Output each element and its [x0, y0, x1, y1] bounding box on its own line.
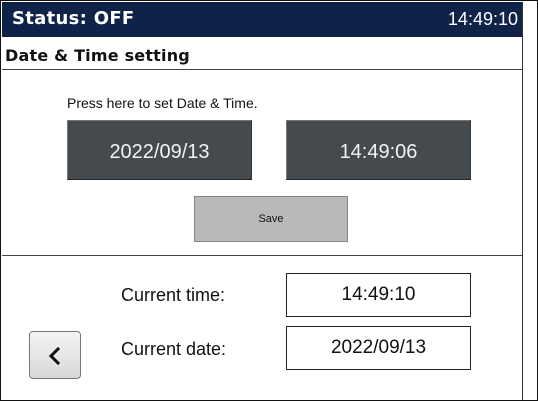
- set-time-button[interactable]: 14:49:06: [286, 120, 471, 180]
- current-date-value: 2022/09/13: [286, 326, 471, 370]
- save-button[interactable]: Save: [194, 196, 348, 242]
- section-divider: [2, 255, 522, 256]
- back-button[interactable]: [29, 331, 81, 379]
- hmi-screen: Status: OFF 14:49:10 Date & Time setting…: [0, 0, 538, 401]
- status-text: Status: OFF: [12, 8, 135, 29]
- right-border: [522, 2, 523, 400]
- current-date-label: Current date:: [121, 339, 227, 359]
- page-title: Date & Time setting: [5, 46, 190, 65]
- chevron-left-icon: [48, 347, 61, 365]
- status-bar: Status: OFF 14:49:10: [2, 2, 522, 37]
- status-clock: 14:49:10: [447, 9, 518, 29]
- set-date-button[interactable]: 2022/09/13: [67, 120, 252, 180]
- title-divider: [2, 69, 522, 70]
- set-hint-text: Press here to set Date & Time.: [67, 95, 258, 111]
- current-time-label: Current time:: [121, 285, 226, 305]
- current-time-value: 14:49:10: [286, 273, 471, 317]
